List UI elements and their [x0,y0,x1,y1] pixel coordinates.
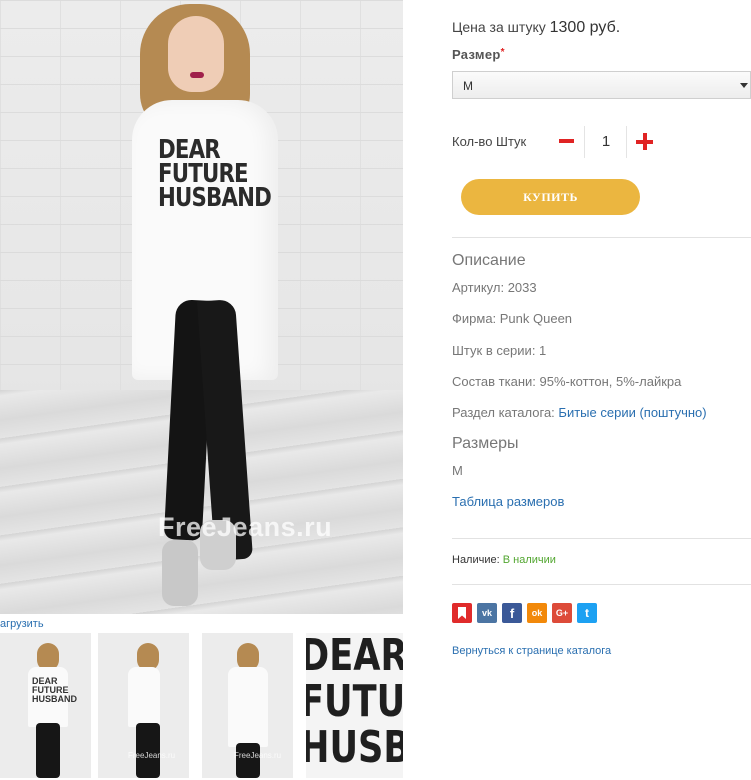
upload-link[interactable]: агрузить [0,618,44,630]
thumbnail-model: DEAR FUTURE HUSBAND [28,643,77,778]
quantity-label: Кол-во Штук [452,134,527,149]
availability: Наличие: В наличии [452,554,556,566]
fabric-composition: Состав ткани: 95%-коттон, 5%-лайкра [452,374,682,389]
quantity-value[interactable]: 1 [594,133,618,150]
thumbnail-print-closeup[interactable]: DEAR FUTURE HUSBAND [306,633,403,778]
google-plus-icon[interactable]: G+ [552,603,572,623]
catalog-section-link[interactable]: Битые серии (поштучно) [558,405,706,420]
brand: Фирма: Punk Queen [452,311,573,326]
catalog-section: Раздел каталога: Битые серии (поштучно) [452,405,707,420]
closeup-print-line: HUSBAND [306,722,403,773]
buy-button[interactable]: КУПИТЬ [461,179,640,215]
closeup-print-text: DEAR FUTURE HUSBAND [306,633,403,771]
divider [452,538,751,539]
bookmark-icon-glyph [458,607,466,619]
watermark: FreeJeans.ru [158,512,333,542]
article-number: Артикул: 2033 [452,280,537,295]
thumbnail-model-legs [36,723,60,778]
required-mark: * [500,47,505,58]
catalog-section-label: Раздел каталога: [452,405,555,420]
size-select-value: M [463,79,473,93]
quantity-decrease-button[interactable] [556,131,576,151]
bookmark-icon[interactable] [452,603,472,623]
tshirt-print: DEAR FUTURE HUSBAND [158,137,272,213]
back-to-catalog-link[interactable]: Вернуться к странице каталога [452,645,611,657]
closeup-print-line: DEAR [306,633,403,681]
size-label: Размер* [452,47,505,62]
chevron-down-icon [740,83,748,88]
facebook-icon[interactable]: f [502,603,522,623]
description-title: Описание [452,252,526,269]
thumbnail-print-line: HUSBAND [32,694,77,704]
thumbnail-front[interactable]: DEAR FUTURE HUSBAND [0,633,91,778]
thumbnail-back[interactable]: FreeJeans.ru [202,633,293,778]
sizes-title: Размеры [452,435,519,452]
closeup-print-line: FUTURE [306,676,403,727]
thumbnail-model-shirt [128,667,160,727]
thumbnail-watermark: FreeJeans.ru [128,751,176,760]
price-value: 1300 руб. [549,19,621,36]
vk-icon[interactable]: vk [477,603,497,623]
size-table-link[interactable]: Таблица размеров [452,494,564,509]
sizes-value: M [452,463,463,478]
thumbnail-side[interactable]: FreeJeans.ru [98,633,189,778]
pieces-in-series: Штук в серии: 1 [452,343,547,358]
model-shoe-left [162,540,198,606]
odnoklassniki-icon[interactable]: ok [527,603,547,623]
divider [452,584,751,585]
vk-icon-label: vk [481,608,492,618]
availability-status: В наличии [502,554,556,566]
thumbnail-model-legs [236,743,260,778]
quantity-divider [584,126,585,158]
quantity-divider [626,126,627,158]
twitter-icon[interactable]: t [577,603,597,623]
price-label: Цена за штуку [452,19,546,35]
odnoklassniki-icon-label: ok [531,608,543,618]
thumbnail-model-shirt [228,667,268,747]
size-label-text: Размер [452,47,501,62]
model-lips [190,72,204,78]
divider [452,237,751,238]
facebook-icon-label: f [509,605,515,621]
google-plus-icon-label: G+ [555,608,569,618]
quantity-increase-button[interactable] [636,133,653,150]
thumbnail-watermark: FreeJeans.ru [234,751,282,760]
twitter-icon-label: t [585,606,589,620]
model-face [168,16,224,92]
main-product-photo[interactable]: DEAR FUTURE HUSBAND FreeJeans.ru [0,0,403,614]
size-select[interactable]: M [452,71,751,99]
tshirt-print-line: HUSBAND [158,183,272,213]
price-line: Цена за штуку 1300 руб. [452,19,620,37]
thumbnail-shirt-print: DEAR FUTURE HUSBAND [32,677,77,704]
availability-label: Наличие: [452,554,500,566]
